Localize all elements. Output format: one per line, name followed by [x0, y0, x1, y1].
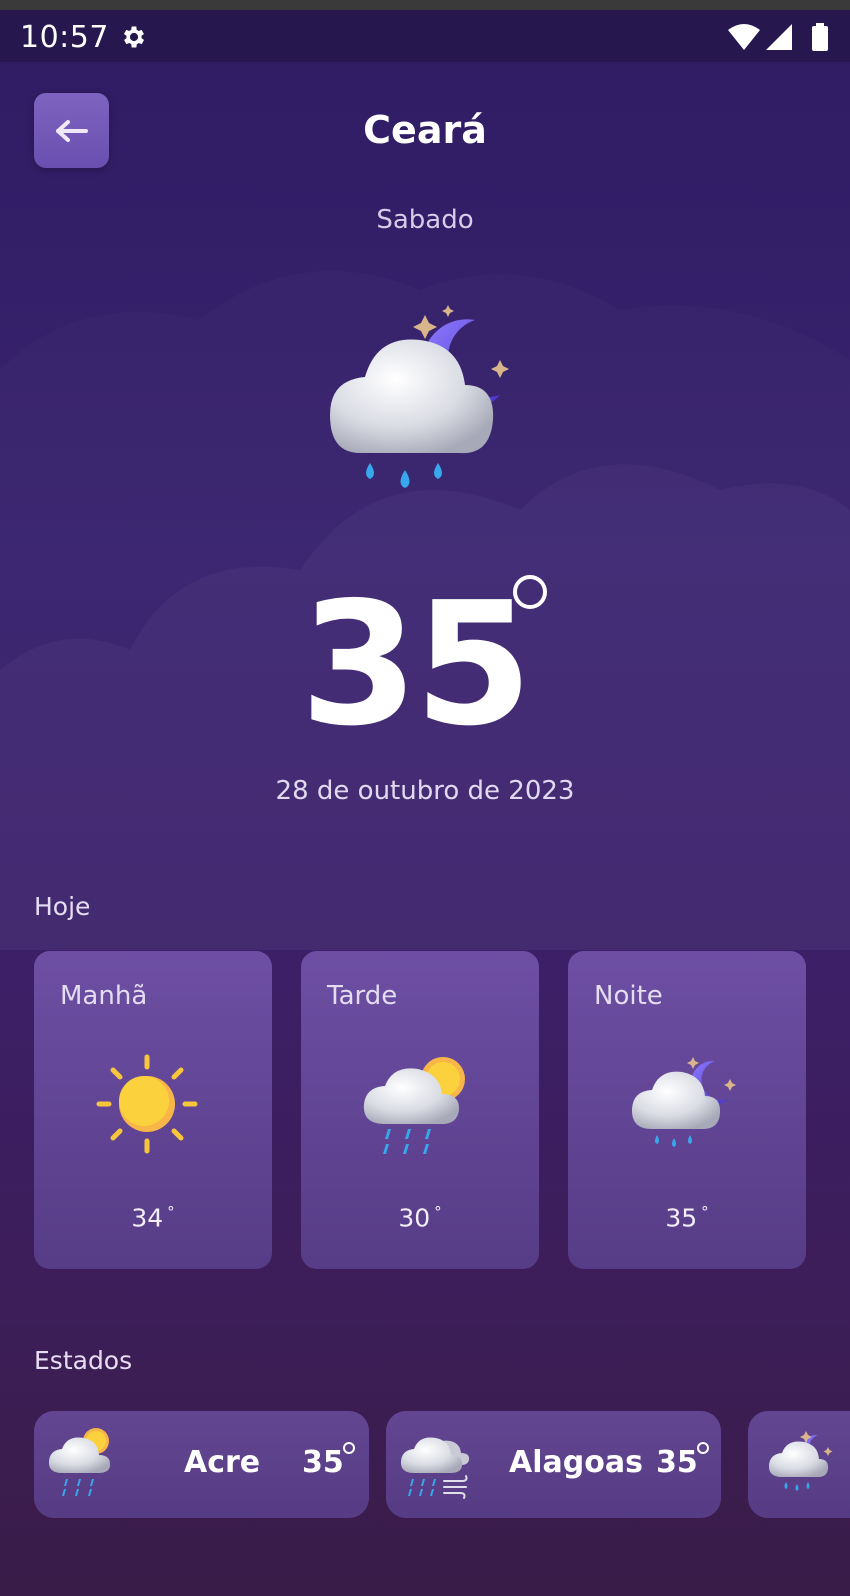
degree-symbol: °	[167, 1203, 175, 1221]
current-date: 28 de outubro de 2023	[275, 776, 575, 806]
sun-icon	[96, 1054, 198, 1154]
rain-cloud-sun-icon	[363, 1057, 465, 1154]
rain-cloud-sun-icon	[48, 1428, 111, 1496]
rain-cloud-moon-icon	[330, 305, 509, 488]
card-label: Manhã	[60, 981, 148, 1011]
degree-symbol: °	[434, 1203, 442, 1221]
status-time: 10:57	[20, 20, 109, 55]
degree-symbol	[513, 575, 547, 609]
card-label: Tarde	[327, 981, 398, 1011]
states-list: Acre 35 Alagoas 35	[34, 1411, 850, 1521]
card-label: Noite	[594, 981, 663, 1011]
page-title: Ceará	[363, 108, 487, 152]
degree-symbol	[343, 1442, 355, 1454]
rain-cloud-moon-icon	[631, 1057, 736, 1147]
degree-symbol: °	[701, 1203, 709, 1221]
card-temperature: 35 °	[568, 1203, 806, 1232]
card-temp-value: 30	[398, 1203, 431, 1233]
degree-symbol	[697, 1442, 709, 1454]
card-temp-value: 35	[665, 1203, 698, 1233]
state-item-acre[interactable]: Acre 35	[34, 1411, 369, 1518]
card-morning[interactable]: Manhã 34 °	[34, 951, 272, 1269]
today-heading: Hoje	[34, 892, 91, 921]
signal-icon	[766, 24, 792, 50]
current-temperature: 35	[300, 566, 533, 764]
card-temperature: 34 °	[34, 1203, 272, 1232]
card-night[interactable]: Noite 35 °	[568, 951, 806, 1269]
card-temperature: 30 °	[301, 1203, 539, 1232]
wind-rain-cloud-icon	[400, 1437, 470, 1499]
weather-screen: 10:57 Ceará Sabado 35 28 de outubro de 2…	[0, 0, 850, 1596]
state-temperature: 35	[656, 1445, 698, 1480]
card-afternoon[interactable]: Tarde 30 °	[301, 951, 539, 1269]
battery-icon	[812, 26, 828, 51]
card-temp-value: 34	[131, 1203, 164, 1233]
top-edge	[0, 0, 850, 10]
today-cards: Manhã 34 ° Tarde 30 ° Noite 35 °	[34, 951, 850, 1271]
state-item-partial[interactable]	[748, 1411, 850, 1518]
states-heading: Estados	[34, 1346, 133, 1375]
status-bar: 10:57	[0, 10, 850, 62]
rain-cloud-moon-icon	[768, 1431, 833, 1491]
weekday-label: Sabado	[376, 205, 474, 235]
wifi-icon	[728, 24, 760, 50]
state-name: Alagoas	[509, 1445, 643, 1480]
gear-icon	[123, 26, 145, 48]
state-item-alagoas[interactable]: Alagoas 35	[386, 1411, 721, 1518]
status-right-icons	[728, 23, 828, 51]
state-name: Acre	[184, 1445, 261, 1480]
state-temperature: 35	[302, 1445, 344, 1480]
